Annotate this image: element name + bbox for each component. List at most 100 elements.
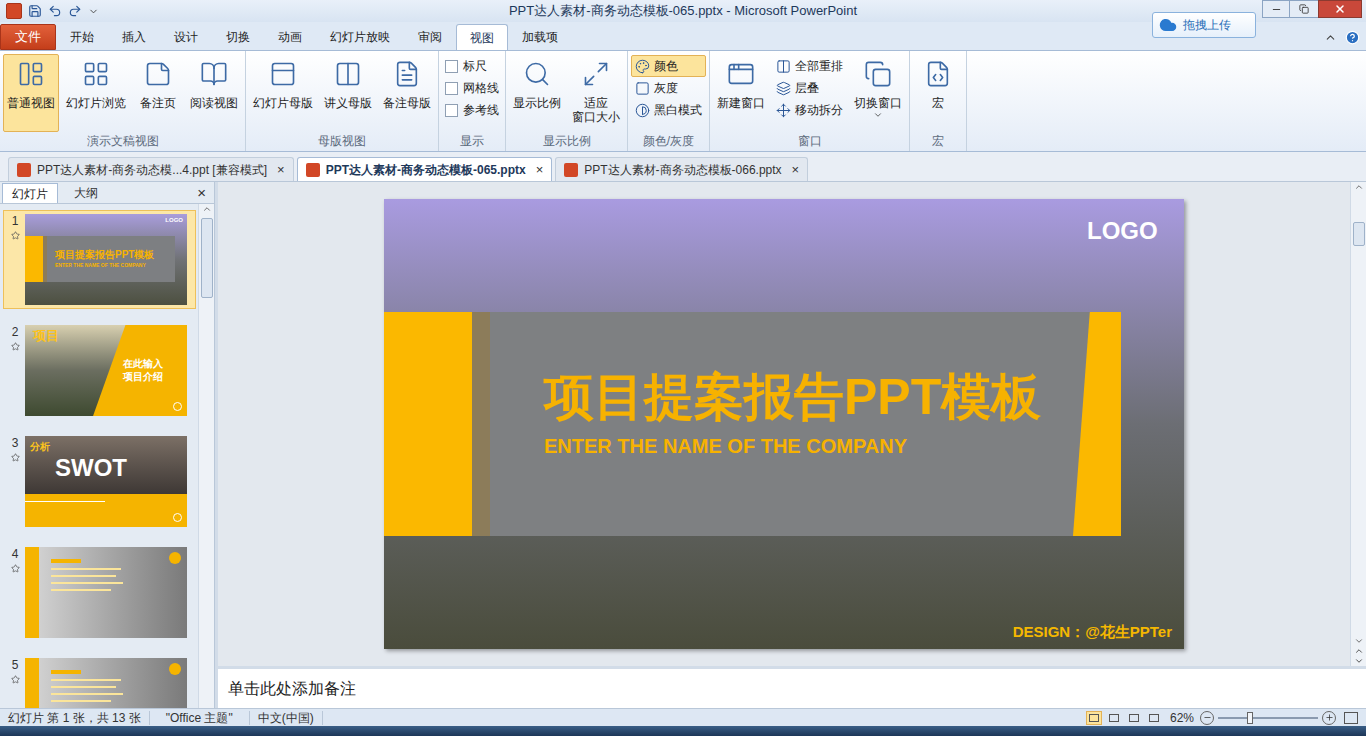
ribbon-button[interactable]: 幻灯片母版 xyxy=(249,54,317,132)
ribbon-button[interactable]: 切换窗口 xyxy=(850,54,906,132)
previous-slide-icon[interactable] xyxy=(1354,646,1364,656)
ribbon-small-icon xyxy=(635,59,650,74)
thumbnail-row[interactable]: 3分析SWOT xyxy=(3,432,196,531)
ribbon-button[interactable]: 普通视图 xyxy=(3,54,59,132)
checkbox-box xyxy=(445,104,458,117)
slide-thumbnail[interactable] xyxy=(25,658,187,708)
thumbnail-row[interactable]: 4 xyxy=(3,543,196,642)
ribbon-checkbox[interactable]: 标尺 xyxy=(442,55,502,77)
taskbar xyxy=(0,726,1366,736)
slide-thumbnail[interactable]: 分析SWOT xyxy=(25,436,187,527)
fit-window-icon[interactable] xyxy=(1344,712,1358,724)
document-tab[interactable]: PPT达人素材-商务动态模板-065.pptx× xyxy=(297,157,553,181)
minimize-button[interactable] xyxy=(1262,0,1290,18)
panel-tab[interactable]: 大纲 xyxy=(58,183,114,203)
tab-close-button[interactable]: × xyxy=(536,160,544,180)
ribbon-button[interactable]: 新建窗口 xyxy=(713,54,769,132)
ribbon-button[interactable]: 备注页 xyxy=(133,54,183,132)
slide-thumbnail[interactable]: LOGO项目提案报告PPT模板ENTER THE NAME OF THE COM… xyxy=(25,214,187,305)
slide-thumbnail[interactable]: 项目在此输入项目介绍 xyxy=(25,325,187,416)
ribbon-button[interactable]: 适应窗口大小 xyxy=(568,54,624,132)
ribbon-tab[interactable]: 设计 xyxy=(160,24,212,50)
view-button[interactable] xyxy=(1146,711,1162,725)
ribbon-tab[interactable]: 审阅 xyxy=(404,24,456,50)
ribbon-tab[interactable]: 幻灯片放映 xyxy=(316,24,404,50)
file-tab[interactable]: 文件 xyxy=(0,24,56,50)
powerpoint-window: PPT达人素材-商务动态模板-065.pptx - Microsoft Powe… xyxy=(0,0,1366,736)
panel-scrollbar[interactable] xyxy=(198,204,214,708)
ribbon-tab[interactable]: 切换 xyxy=(212,24,264,50)
slide-scrollbar[interactable] xyxy=(1350,182,1366,666)
document-tab[interactable]: PPT达人素材-商务动态模...4.ppt [兼容模式]× xyxy=(8,157,294,181)
slides-panel: 幻灯片大纲 ×1LOGO项目提案报告PPT模板ENTER THE NAME OF … xyxy=(0,182,215,708)
ribbon-group-label: 宏 xyxy=(913,133,963,151)
ribbon-small-button[interactable]: 层叠 xyxy=(772,77,847,99)
save-icon[interactable] xyxy=(28,4,42,18)
cloud-icon xyxy=(1159,16,1177,34)
ribbon-button-icon xyxy=(80,58,112,90)
ribbon-button[interactable]: 宏 xyxy=(913,54,963,132)
theme-name: "Office 主题" xyxy=(150,711,250,725)
ribbon-group: 幻灯片母版讲义母版备注母版母版视图 xyxy=(246,51,439,151)
redo-icon[interactable] xyxy=(68,4,82,18)
panel-tab[interactable]: 幻灯片 xyxy=(2,183,58,203)
restore-button[interactable] xyxy=(1290,0,1318,18)
ribbon-small-button[interactable]: 移动拆分 xyxy=(772,99,847,121)
animation-star-icon xyxy=(11,675,20,684)
ribbon-small-button[interactable]: 颜色 xyxy=(631,55,706,77)
ribbon-tab[interactable]: 插入 xyxy=(108,24,160,50)
ribbon-checkbox[interactable]: 网格线 xyxy=(442,77,502,99)
ribbon-button[interactable]: 阅读视图 xyxy=(186,54,242,132)
ribbon-button[interactable]: 讲义母版 xyxy=(320,54,376,132)
scroll-thumb[interactable] xyxy=(1353,222,1365,246)
scroll-thumb[interactable] xyxy=(201,218,213,298)
ribbon-button-icon xyxy=(198,58,230,90)
ribbon-tab[interactable]: 动画 xyxy=(264,24,316,50)
slide-credit: DESIGN：@花生PPTer xyxy=(1013,624,1172,639)
help-icon[interactable] xyxy=(1345,30,1360,45)
ribbon-tab[interactable]: 开始 xyxy=(56,24,108,50)
ribbon-checkbox[interactable]: 参考线 xyxy=(442,99,502,121)
tab-close-button[interactable]: × xyxy=(792,160,800,180)
checkbox-box xyxy=(445,82,458,95)
zoom-percent[interactable]: 62% xyxy=(1170,709,1200,727)
ribbon-button-icon xyxy=(725,58,757,90)
zoom-out-icon[interactable] xyxy=(1200,711,1214,725)
ribbon-group: 颜色灰度黑白模式颜色/灰度 xyxy=(628,51,710,151)
document-tab[interactable]: PPT达人素材-商务动态模板-066.pptx× xyxy=(555,157,808,181)
collapse-ribbon-icon[interactable] xyxy=(1324,31,1337,44)
tab-close-button[interactable]: × xyxy=(277,160,285,180)
notes-pane[interactable]: 单击此处添加备注 xyxy=(218,666,1366,708)
customize-icon[interactable] xyxy=(88,6,99,17)
animation-star-icon xyxy=(11,342,20,351)
thumbnail-row[interactable]: 5 xyxy=(3,654,196,708)
ribbon-small-icon xyxy=(776,59,791,74)
ribbon-small-button[interactable]: 灰度 xyxy=(631,77,706,99)
undo-icon[interactable] xyxy=(48,4,62,18)
panel-close-button[interactable]: × xyxy=(197,183,214,203)
next-slide-icon[interactable] xyxy=(1354,656,1364,666)
ribbon-button[interactable]: 备注母版 xyxy=(379,54,435,132)
zoom-slider[interactable] xyxy=(1218,711,1318,725)
thumbnail-row[interactable]: 1LOGO项目提案报告PPT模板ENTER THE NAME OF THE CO… xyxy=(3,210,196,309)
view-button[interactable] xyxy=(1126,711,1142,725)
slide[interactable]: LOGO项目提案报告PPT模板ENTER THE NAME OF THE COM… xyxy=(384,199,1184,649)
ribbon-button[interactable]: 显示比例 xyxy=(509,54,565,132)
view-button[interactable] xyxy=(1106,711,1122,725)
ribbon-group-label: 演示文稿视图 xyxy=(3,133,242,151)
view-button[interactable] xyxy=(1086,711,1102,725)
ribbon-tab[interactable]: 视图 xyxy=(456,24,508,50)
ribbon-group: 普通视图幻灯片浏览备注页阅读视图演示文稿视图 xyxy=(0,51,246,151)
slide-title: 项目提案报告PPT模板 xyxy=(544,372,1041,422)
slide-thumbnail[interactable] xyxy=(25,547,187,638)
ribbon-tab[interactable]: 加载项 xyxy=(508,24,572,50)
ribbon-small-button[interactable]: 黑白模式 xyxy=(631,99,706,121)
app-logo-icon xyxy=(6,3,22,19)
thumbnail-row[interactable]: 2项目在此输入项目介绍 xyxy=(3,321,196,420)
ribbon-small-button[interactable]: 全部重排 xyxy=(772,55,847,77)
ribbon-button[interactable]: 幻灯片浏览 xyxy=(62,54,130,132)
ribbon-group: 新建窗口全部重排层叠移动拆分切换窗口窗口 xyxy=(710,51,910,151)
zoom-in-icon[interactable] xyxy=(1322,711,1336,725)
upload-button[interactable]: 拖拽上传 xyxy=(1152,12,1256,38)
close-button[interactable] xyxy=(1318,0,1362,18)
